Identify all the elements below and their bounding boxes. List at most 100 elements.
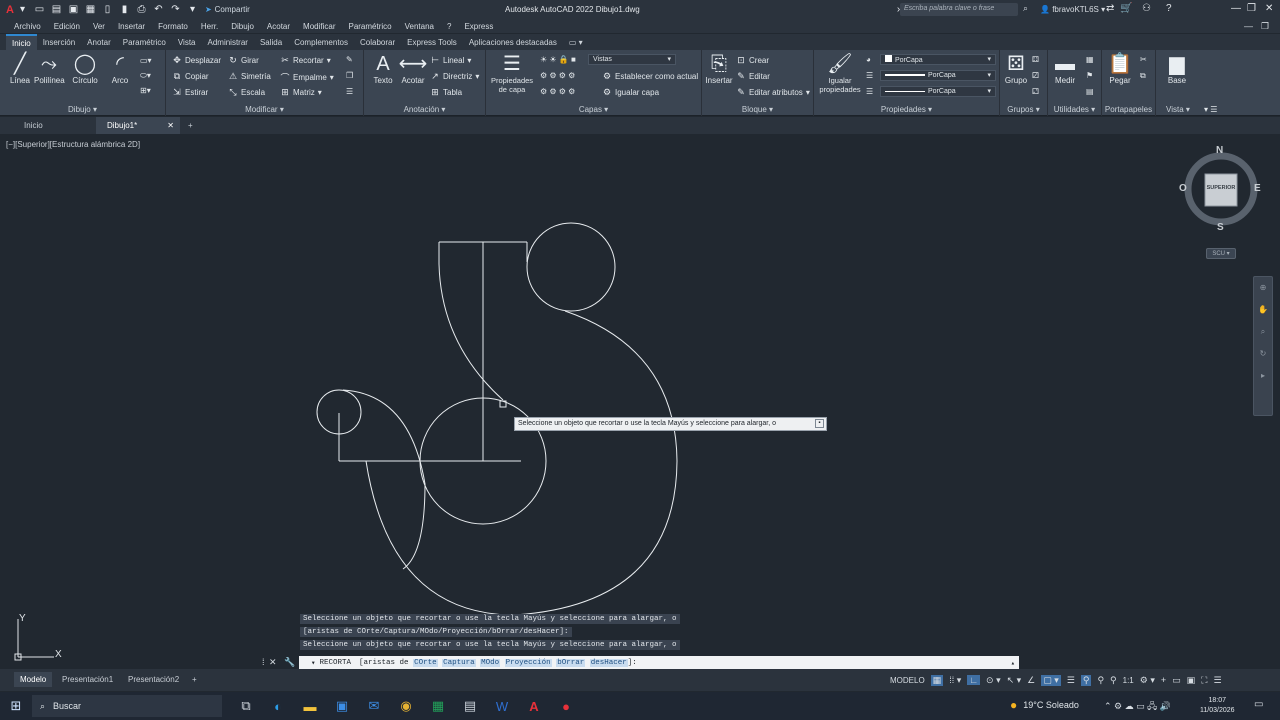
panel-title-vista[interactable]: Vista ▾ bbox=[1156, 105, 1200, 114]
recorder-icon[interactable]: ● bbox=[550, 699, 582, 714]
customize-status-icon[interactable]: ☰ bbox=[1213, 675, 1221, 686]
search-icon[interactable]: ⌕ bbox=[1023, 3, 1028, 14]
drawing-canvas[interactable]: [−][Superior][Estructura alámbrica 2D] Y… bbox=[0, 134, 1280, 670]
nav-tools-icon[interactable]: ⊕ ✋ ⌕ ↻ ▸ bbox=[1254, 277, 1272, 387]
viewcube[interactable]: N S E O SUPERIOR bbox=[1179, 145, 1262, 233]
chrome-icon[interactable]: ◉ bbox=[390, 698, 422, 714]
option-borrar[interactable]: bOrrar bbox=[556, 659, 586, 667]
panel-title-portapapeles[interactable]: Portapapeles bbox=[1102, 105, 1155, 114]
menu-ayuda[interactable]: ? bbox=[447, 22, 451, 31]
doc-minimize-icon[interactable]: — bbox=[1244, 21, 1253, 31]
panel-title-grupos[interactable]: Grupos ▾ bbox=[1000, 105, 1047, 114]
doc-tab-dibujo1[interactable]: Dibujo1* ✕ bbox=[96, 117, 180, 134]
doc-tab-inicio[interactable]: Inicio bbox=[14, 117, 94, 134]
menu-parametrico[interactable]: Paramétrico bbox=[348, 22, 391, 31]
autocad-logo-icon[interactable]: A bbox=[6, 4, 14, 16]
exchange-icon[interactable]: ⇄ bbox=[1106, 3, 1114, 14]
text-tool-button[interactable]: A Texto bbox=[368, 52, 398, 85]
id-point-icon[interactable]: ▤ bbox=[1086, 87, 1094, 96]
create-block-button[interactable]: ⊡ Crear bbox=[736, 55, 769, 66]
save-icon[interactable]: ▣ bbox=[68, 4, 79, 15]
group-edit-icon[interactable]: ⚂ bbox=[1032, 71, 1039, 80]
save-as-icon[interactable]: ▦ bbox=[85, 4, 96, 15]
compass-south[interactable]: S bbox=[1217, 222, 1224, 233]
option-deshacer[interactable]: desHacer bbox=[589, 659, 628, 667]
edit-attributes-button[interactable]: ✎ Editar atributos ▾ bbox=[736, 87, 810, 98]
command-recent-icon[interactable]: ▾ bbox=[311, 658, 316, 668]
maximize-icon[interactable]: ❐ bbox=[1247, 3, 1256, 14]
linear-dim-button[interactable]: ⊢ Lineal ▾ bbox=[430, 55, 471, 66]
task-view-icon[interactable]: ⧉ bbox=[230, 698, 262, 714]
viewcube-face-top[interactable]: SUPERIOR bbox=[1206, 185, 1236, 191]
polyline-tool-button[interactable]: ⤳ Polilínea bbox=[34, 52, 65, 85]
edge-icon[interactable]: ◐ bbox=[262, 699, 294, 714]
menu-express[interactable]: Express bbox=[464, 22, 493, 31]
clock[interactable]: 18:07 11/03/2026 bbox=[1200, 696, 1235, 716]
cut-icon[interactable]: ✂ bbox=[1140, 55, 1147, 64]
copy-clip-icon[interactable]: ⧉ bbox=[1140, 71, 1146, 81]
panel-title-capas[interactable]: Capas ▾ bbox=[486, 105, 701, 114]
menu-herr[interactable]: Herr. bbox=[201, 22, 218, 31]
help-search-input[interactable]: Escriba palabra clave o frase bbox=[900, 3, 1018, 16]
a360-icon[interactable]: ⚇ bbox=[1142, 3, 1151, 14]
outlook-icon[interactable]: ✉ bbox=[358, 698, 390, 714]
menu-modificar[interactable]: Modificar bbox=[303, 22, 335, 31]
dropdown-icon[interactable]: ▾ bbox=[17, 4, 28, 15]
erase-icon[interactable]: ✎ bbox=[346, 55, 353, 64]
copy-button[interactable]: ⧉ Copiar bbox=[172, 71, 209, 82]
tab-parametrico[interactable]: Paramétrico bbox=[117, 34, 172, 50]
command-grip-icon[interactable]: ⁞ bbox=[262, 657, 265, 667]
panel-title-propiedades[interactable]: Propiedades ▾ bbox=[814, 105, 999, 114]
layout-tab-presentacion1[interactable]: Presentación1 bbox=[56, 672, 119, 687]
layer-properties-button[interactable]: ☰ Propiedades de capa bbox=[488, 52, 536, 94]
windows-start-icon[interactable]: ⊞ bbox=[0, 698, 32, 714]
arc-tool-button[interactable]: ◜ Arco bbox=[106, 52, 134, 85]
tab-anotar[interactable]: Anotar bbox=[81, 34, 117, 50]
match-properties-button[interactable]: 🖌 Igualar propiedades bbox=[816, 52, 864, 94]
leader-button[interactable]: ↗ Directriz ▾ bbox=[430, 71, 479, 82]
taskbar-search[interactable]: ⌕ Buscar bbox=[32, 695, 222, 717]
workspace-icon[interactable]: ⚙ ▾ bbox=[1140, 675, 1155, 686]
minimize-icon[interactable]: — bbox=[1231, 3, 1241, 14]
insert-block-button[interactable]: ⎘ Insertar bbox=[704, 52, 734, 85]
offset-icon[interactable]: ☰ bbox=[346, 87, 353, 96]
excel-icon[interactable]: ▦ bbox=[422, 698, 454, 714]
layer-tools-row2[interactable]: ⚙ ⚙ ⚙ ⚙ bbox=[540, 87, 575, 96]
tab-insercion[interactable]: Inserción bbox=[37, 34, 81, 50]
print-icon[interactable]: ⎙ bbox=[136, 4, 147, 15]
ungroup-icon[interactable]: ⚃ bbox=[1032, 55, 1039, 64]
ribbon-options-icon[interactable]: ▾ ☰ bbox=[1204, 105, 1217, 114]
menu-edicion[interactable]: Edición bbox=[54, 22, 80, 31]
store-icon[interactable]: ▣ bbox=[326, 698, 358, 714]
menu-ventana[interactable]: Ventana bbox=[405, 22, 434, 31]
layout-tab-presentacion2[interactable]: Presentación2 bbox=[122, 672, 185, 687]
polar-icon[interactable]: ⊙ ▾ bbox=[986, 675, 1001, 686]
table-button[interactable]: ⊞ Tabla bbox=[430, 87, 462, 98]
compass-east[interactable]: E bbox=[1254, 183, 1261, 194]
new-tab-icon[interactable]: + bbox=[188, 117, 202, 134]
compass-west[interactable]: O bbox=[1179, 183, 1187, 194]
quick-properties-icon[interactable]: ▣ bbox=[1187, 675, 1196, 686]
line-tool-button[interactable]: ╱ Línea bbox=[6, 52, 34, 85]
lineweight-toggle-icon[interactable]: ☰ bbox=[1067, 675, 1075, 686]
rectangle-icon[interactable]: ▭▾ bbox=[140, 56, 152, 65]
match-layer-button[interactable]: ⚙ Igualar capa bbox=[602, 87, 659, 98]
annotation-visibility-icon[interactable]: ⚲ bbox=[1097, 675, 1104, 686]
tab-close-icon[interactable]: ✕ bbox=[167, 121, 174, 130]
trim-button[interactable]: ✂ Recortar ▾ bbox=[280, 55, 330, 66]
panel-title-dibujo[interactable]: Dibujo ▾ bbox=[0, 105, 165, 114]
scale-button[interactable]: ⤡ Escala bbox=[228, 87, 265, 98]
panel-title-utilidades[interactable]: Utilidades ▾ bbox=[1048, 105, 1101, 114]
osnap-icon[interactable]: ▢ ▾ bbox=[1041, 674, 1061, 686]
quick-select-icon[interactable]: ⚑ bbox=[1086, 71, 1093, 80]
tab-salida[interactable]: Salida bbox=[254, 34, 288, 50]
lineweight-dropdown[interactable]: PorCapa ▾ bbox=[880, 70, 996, 81]
osnap-tracking-icon[interactable]: ∠ bbox=[1027, 675, 1035, 686]
command-customize-icon[interactable]: 🔧 bbox=[284, 657, 295, 668]
ortho-icon[interactable]: ∟ bbox=[967, 675, 981, 685]
tooltip-options-icon[interactable]: ▪ bbox=[815, 419, 824, 428]
menu-dibujo[interactable]: Dibujo bbox=[231, 22, 254, 31]
word-icon[interactable]: W bbox=[486, 699, 518, 714]
new-file-icon[interactable]: ▭ bbox=[34, 4, 45, 15]
isodraft-icon[interactable]: ↖ ▾ bbox=[1007, 675, 1022, 686]
